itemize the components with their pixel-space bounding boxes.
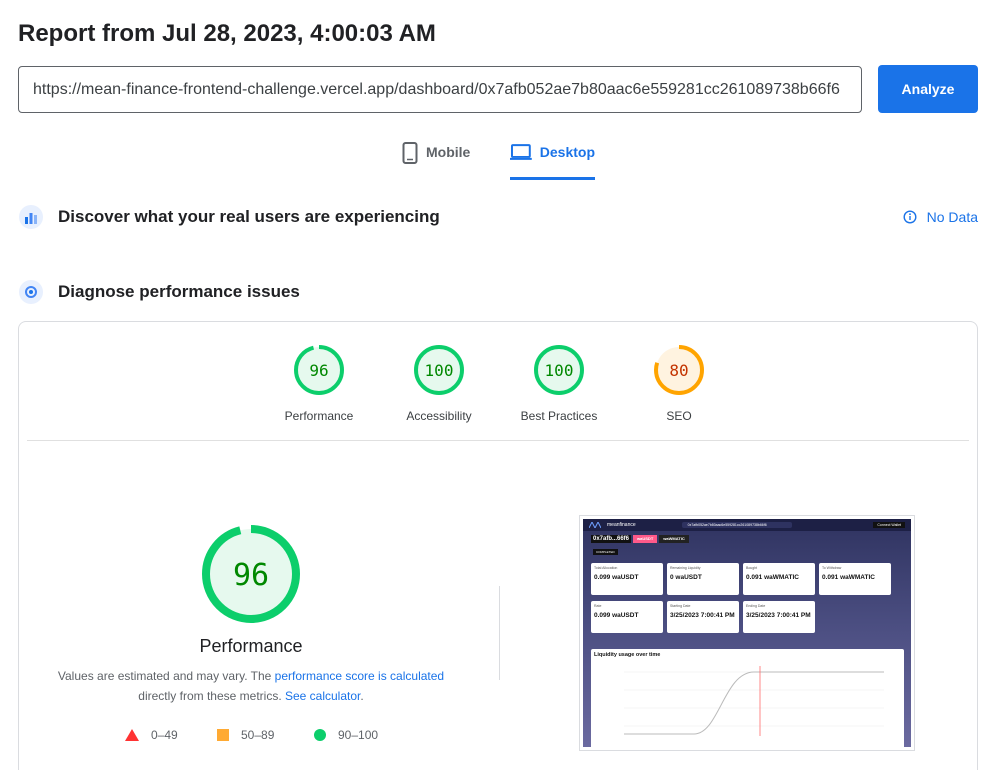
url-input[interactable] <box>18 66 862 113</box>
laptop-icon <box>510 144 532 160</box>
screenshot-nav: meanfinance 0x7afb052ae7b80aac6e559281cc… <box>583 519 911 531</box>
screenshot-stat-value: 0.091 waWMATIC <box>746 574 799 581</box>
description-text-2: directly from these metrics. <box>138 689 285 703</box>
fail-triangle-icon <box>125 729 139 741</box>
screenshot-stat-value: 3/25/2023 7:00:41 PM <box>670 612 735 619</box>
screenshot-stat-label: Total Allocation <box>594 566 618 570</box>
screenshot-stat-label: Ending Date <box>746 604 766 608</box>
screenshot-pos-id: 0x7afb...66f6 <box>591 535 632 543</box>
description-text-1: Values are estimated and may vary. The <box>57 669 275 683</box>
screenshot-chart <box>624 666 884 736</box>
screenshot-stat-value: 0.099 waUSDT <box>594 574 639 581</box>
screenshot-stat-label: Remaining Liquidity <box>670 566 701 570</box>
screenshot-chart-title: Liquidity usage over time <box>594 652 661 658</box>
tab-mobile[interactable]: Mobile <box>402 142 471 180</box>
screenshot-stat-label: Rate <box>594 604 602 608</box>
score-gauge-label: SEO <box>666 409 692 423</box>
no-data-label: No Data <box>926 209 978 225</box>
phone-icon <box>402 142 418 164</box>
screenshot-state: COMPLETED <box>593 549 618 555</box>
lab-data-card: 96 Performance 100 Accessibility 100 Best Pra… <box>18 321 978 770</box>
performance-big-label: Performance <box>199 636 303 656</box>
final-screenshot[interactable]: meanfinance 0x7afb052ae7b80aac6e559281cc… <box>579 515 915 751</box>
users-chart-icon <box>19 205 43 229</box>
mean-logo-icon <box>589 522 601 528</box>
screenshot-stat-card: Total Allocation 0.099 waUSDT <box>591 563 663 595</box>
score-gauge-ring: 100 <box>534 345 584 395</box>
pagespeed-report: Report from Jul 28, 2023, 4:00:03 AM Ana… <box>0 0 994 770</box>
lab-data-title: Diagnose performance issues <box>58 282 300 301</box>
screenshot-stat-label: Starting Date <box>670 604 691 608</box>
legend-average: 50–89 <box>217 728 274 742</box>
screenshot-stat-value: 0 waUSDT <box>670 574 702 581</box>
analyze-button[interactable]: Analyze <box>878 65 978 113</box>
screenshot-position-row: 0x7afb...66f6 waUSDT waWMATIC <box>591 535 689 543</box>
field-data-header: Discover what your real users are experi… <box>18 204 440 230</box>
tab-desktop-label: Desktop <box>539 144 595 160</box>
score-gauge-label: Performance <box>284 409 354 423</box>
screenshot-stat-card: Starting Date 3/25/2023 7:00:41 PM <box>667 601 739 633</box>
description-text-3: . <box>360 689 364 703</box>
gauge-value: 80 <box>669 361 688 380</box>
score-gauge-label: Accessibility <box>406 409 472 423</box>
score-gauge-best-practices[interactable]: 100 Best Practices <box>499 344 619 423</box>
gauge-value: 100 <box>425 361 454 380</box>
screenshot-address: 0x7afb052ae7b80aac6e559281cc261089738b66… <box>681 522 792 528</box>
vertical-divider <box>499 586 500 680</box>
screenshot-to-token: waWMATIC <box>659 535 689 543</box>
score-gauge-ring: 80 <box>654 345 704 395</box>
see-calculator-link[interactable]: See calculator <box>285 689 360 703</box>
legend-pass-range: 90–100 <box>338 728 379 742</box>
gauge-value: 96 <box>233 558 269 593</box>
screenshot-stat-card: Bought 0.091 waWMATIC <box>743 563 815 595</box>
score-gauge-label: Best Practices <box>520 409 598 423</box>
score-gauge-seo[interactable]: 80 SEO <box>619 344 739 423</box>
gauges-divider <box>27 440 969 441</box>
legend-average-range: 50–89 <box>241 728 275 742</box>
screenshot-stat-label: Bought <box>746 566 758 570</box>
legend-fail-range: 0–49 <box>151 728 178 742</box>
performance-description: Values are estimated and may vary. The p… <box>49 666 453 706</box>
legend-pass: 90–100 <box>314 728 378 742</box>
diagnose-icon <box>19 280 43 304</box>
lab-data-header: Diagnose performance issues <box>18 279 300 305</box>
field-data-title: Discover what your real users are experi… <box>58 207 440 226</box>
screenshot-stat-card: Ending Date 3/25/2023 7:00:41 PM <box>743 601 815 633</box>
tab-mobile-label: Mobile <box>426 144 471 160</box>
screenshot-stat-value: 0.099 waUSDT <box>594 612 639 619</box>
legend-fail: 0–49 <box>125 728 178 742</box>
score-gauge-ring: 96 <box>294 345 344 395</box>
screenshot-stat-card: To Withdraw 0.091 waWMATIC <box>819 563 891 595</box>
screenshot-stat-card: Remaining Liquidity 0 waUSDT <box>667 563 739 595</box>
screenshot-chart-card: Liquidity usage over time <box>591 649 904 747</box>
pass-circle-icon <box>314 729 326 741</box>
score-gauge-ring: 100 <box>414 345 464 395</box>
screenshot-from-token: waUSDT <box>633 535 658 543</box>
info-icon <box>903 210 917 224</box>
score-calculated-link[interactable]: performance score is calculated <box>275 669 444 683</box>
screenshot-stat-label: To Withdraw <box>822 566 842 570</box>
score-gauge-performance[interactable]: 96 Performance <box>259 344 379 423</box>
screenshot-stat-value: 3/25/2023 7:00:41 PM <box>746 612 811 619</box>
gauge-value: 96 <box>309 361 328 380</box>
screenshot-brand: meanfinance <box>607 522 636 528</box>
screenshot-stat-card: Rate 0.099 waUSDT <box>591 601 663 633</box>
screenshot-stat-value: 0.091 waWMATIC <box>822 574 875 581</box>
tab-desktop[interactable]: Desktop <box>510 144 595 180</box>
performance-big-gauge: 96 <box>202 525 300 623</box>
score-gauge-accessibility[interactable]: 100 Accessibility <box>379 344 499 423</box>
screenshot-connect: Connect Wallet <box>873 522 905 528</box>
report-title: Report from Jul 28, 2023, 4:00:03 AM <box>18 20 436 47</box>
average-square-icon <box>217 729 229 741</box>
screenshot-page: meanfinance 0x7afb052ae7b80aac6e559281cc… <box>583 519 911 747</box>
gauge-value: 100 <box>545 361 574 380</box>
no-data-status: No Data <box>903 209 978 225</box>
